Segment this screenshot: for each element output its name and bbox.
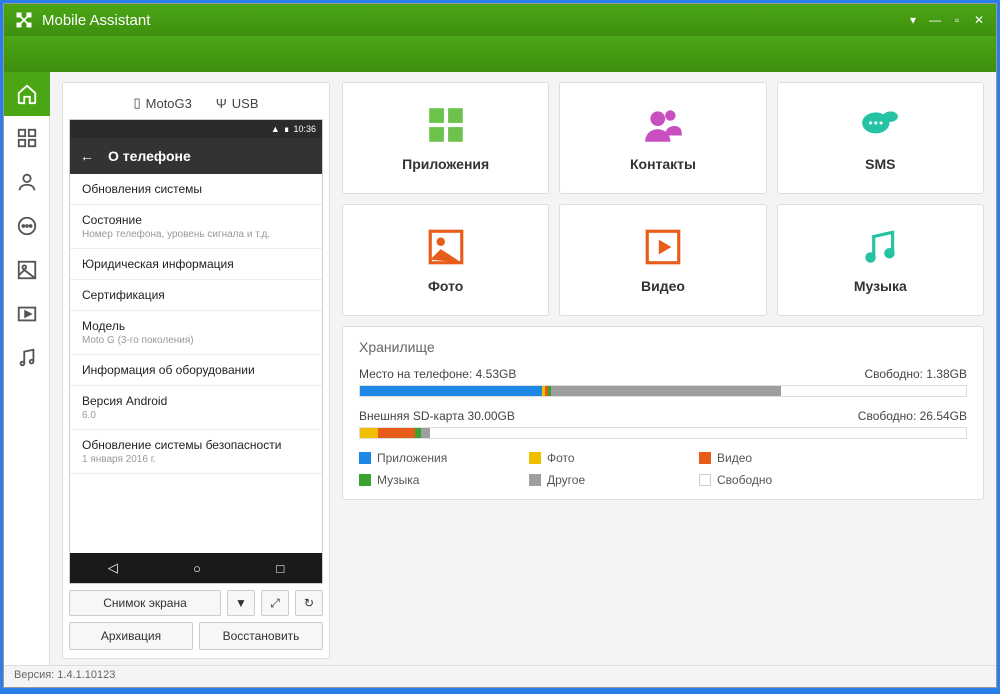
swatch-icon xyxy=(529,474,541,486)
bar-seg-other xyxy=(421,428,430,438)
nav-sms[interactable] xyxy=(4,204,50,248)
nav-video[interactable] xyxy=(4,292,50,336)
battery-icon: ∎ xyxy=(284,124,290,135)
nav-recent-icon[interactable]: □ xyxy=(276,561,284,576)
tile-label: Видео xyxy=(641,278,685,294)
storage-sd-label: Внешняя SD-карта 30.00GB xyxy=(359,409,515,423)
phone-screen-mirror: ▲ ∎ 10:36 ← О телефоне Обновления систем… xyxy=(69,119,323,584)
tile-music[interactable]: Музыка xyxy=(777,204,984,316)
android-statusbar: ▲ ∎ 10:36 xyxy=(70,120,322,138)
header-band xyxy=(4,36,996,72)
storage-sd-bar xyxy=(359,427,967,439)
signal-icon: ▲ xyxy=(271,124,280,134)
tile-label: Контакты xyxy=(630,156,696,172)
statusbar-footer: Версия: 1.4.1.10123 xyxy=(4,665,996,687)
tile-label: Приложения xyxy=(402,156,489,172)
device-name: ▯MotoG3 xyxy=(133,95,191,111)
nav-back-icon[interactable]: ◁ xyxy=(108,560,118,576)
legend-video: Видео xyxy=(699,451,829,465)
version-label: Версия: 1.4.1.10123 xyxy=(14,669,115,681)
app-title: Mobile Assistant xyxy=(42,12,150,29)
tile-label: Фото xyxy=(428,278,463,294)
app-logo-icon xyxy=(14,10,34,30)
bar-seg-free xyxy=(430,428,966,438)
tile-apps[interactable]: Приложения xyxy=(342,82,549,194)
list-item[interactable]: Сертификация xyxy=(70,280,322,311)
window-minimize-button[interactable]: — xyxy=(928,13,942,27)
storage-sd-free: Свободно: 26.54GB xyxy=(858,409,967,423)
nav-home[interactable] xyxy=(4,72,50,116)
titlebar: Mobile Assistant ▾ — ▫ ✕ xyxy=(4,4,996,36)
legend-free: Свободно xyxy=(699,473,829,487)
list-item[interactable]: Информация об оборудовании xyxy=(70,355,322,386)
nav-photo[interactable] xyxy=(4,248,50,292)
storage-phone-free: Свободно: 1.38GB xyxy=(864,367,967,381)
list-item[interactable]: Версия Android6.0 xyxy=(70,386,322,430)
list-item[interactable]: СостояниеНомер телефона, уровень сигнала… xyxy=(70,205,322,249)
bar-seg-apps xyxy=(360,386,542,396)
sms-icon xyxy=(859,104,901,146)
connection-mode: ΨUSB xyxy=(216,96,259,111)
swatch-icon xyxy=(529,452,541,464)
video-icon xyxy=(642,226,684,268)
phone-icon: ▯ xyxy=(133,95,140,111)
screen-title: О телефоне xyxy=(108,148,191,164)
storage-phone-label: Место на телефоне: 4.53GB xyxy=(359,367,516,381)
tile-label: Музыка xyxy=(854,278,907,294)
fullscreen-button[interactable]: ⤢ xyxy=(261,590,289,616)
window-close-button[interactable]: ✕ xyxy=(972,13,986,27)
bar-seg-photo xyxy=(360,428,378,438)
list-item[interactable]: Юридическая информация xyxy=(70,249,322,280)
swatch-icon xyxy=(699,474,711,486)
android-navbar: ◁ ○ □ xyxy=(70,553,322,583)
swatch-icon xyxy=(699,452,711,464)
phone-panel: ▯MotoG3 ΨUSB ▲ ∎ 10:36 ← О телефоне xyxy=(62,82,330,659)
storage-sd: Внешняя SD-карта 30.00GB Свободно: 26.54… xyxy=(359,409,967,439)
legend-other: Другое xyxy=(529,473,659,487)
window-menu-button[interactable]: ▾ xyxy=(906,13,920,27)
tile-photo[interactable]: Фото xyxy=(342,204,549,316)
storage-title: Хранилище xyxy=(359,339,967,355)
tile-contacts[interactable]: Контакты xyxy=(559,82,766,194)
storage-phone: Место на телефоне: 4.53GB Свободно: 1.38… xyxy=(359,367,967,397)
music-icon xyxy=(859,226,901,268)
tile-sms[interactable]: SMS xyxy=(777,82,984,194)
storage-panel: Хранилище Место на телефоне: 4.53GB Своб… xyxy=(342,326,984,500)
sidebar xyxy=(4,72,50,665)
bar-seg-free xyxy=(781,386,966,396)
nav-home-icon[interactable]: ○ xyxy=(193,561,201,576)
status-time: 10:36 xyxy=(293,124,316,134)
nav-music[interactable] xyxy=(4,336,50,380)
legend-photo: Фото xyxy=(529,451,659,465)
legend-apps: Приложения xyxy=(359,451,489,465)
list-item[interactable]: МодельMoto G (3-го поколения) xyxy=(70,311,322,355)
backup-button[interactable]: Архивация xyxy=(69,622,193,650)
list-item[interactable]: Обновление системы безопасности1 января … xyxy=(70,430,322,474)
tile-video[interactable]: Видео xyxy=(559,204,766,316)
nav-contacts[interactable] xyxy=(4,160,50,204)
storage-phone-bar xyxy=(359,385,967,397)
refresh-button[interactable]: ↻ xyxy=(295,590,323,616)
restore-button[interactable]: Восстановить xyxy=(199,622,323,650)
contacts-icon xyxy=(642,104,684,146)
swatch-icon xyxy=(359,452,371,464)
apps-icon xyxy=(425,104,467,146)
back-icon[interactable]: ← xyxy=(80,148,94,164)
usb-icon: Ψ xyxy=(216,96,227,111)
list-item[interactable]: Обновления системы xyxy=(70,174,322,205)
screenshot-button[interactable]: Снимок экрана xyxy=(69,590,221,616)
screenshot-dropdown[interactable]: ▼ xyxy=(227,590,255,616)
photo-icon xyxy=(425,226,467,268)
legend-music: Музыка xyxy=(359,473,489,487)
swatch-icon xyxy=(359,474,371,486)
storage-legend: Приложения Фото Видео Музыка Другое Своб… xyxy=(359,451,967,487)
nav-apps[interactable] xyxy=(4,116,50,160)
bar-seg-video xyxy=(378,428,414,438)
settings-list[interactable]: Обновления системы СостояниеНомер телефо… xyxy=(70,174,322,553)
android-appbar: ← О телефоне xyxy=(70,138,322,174)
bar-seg-other xyxy=(551,386,781,396)
tile-label: SMS xyxy=(865,156,895,172)
window-maximize-button[interactable]: ▫ xyxy=(950,13,964,27)
